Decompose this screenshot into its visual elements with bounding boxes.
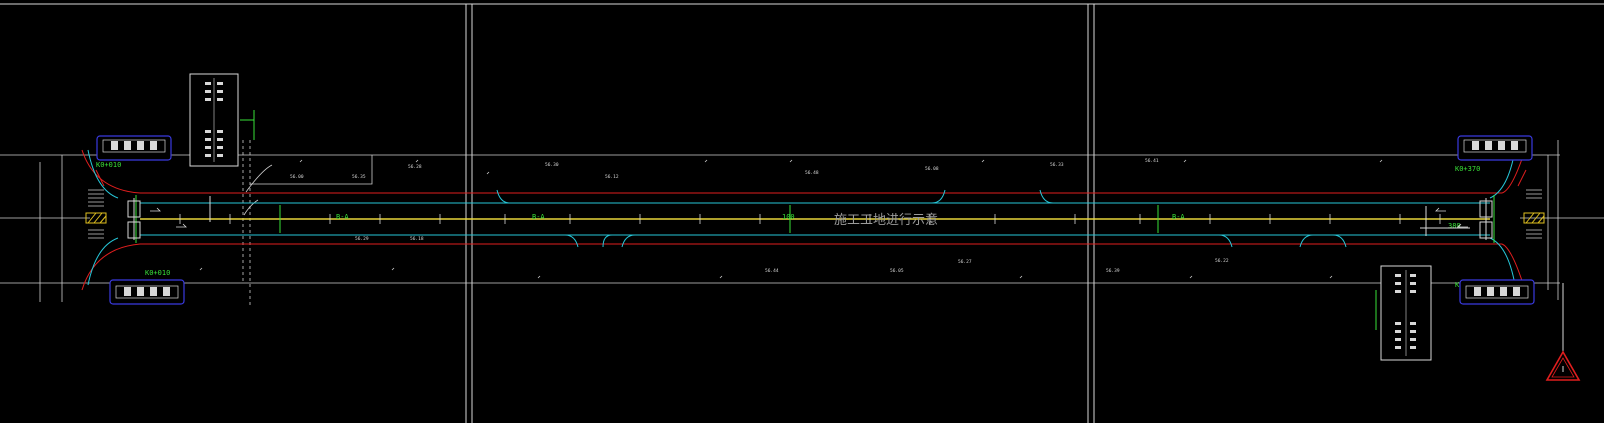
detail-table-right[interactable] <box>1375 265 1432 361</box>
svg-text:56.22: 56.22 <box>1215 258 1229 264</box>
center-note: 施工工地进行示意 <box>834 212 938 228</box>
svg-text:56.33: 56.33 <box>1050 162 1064 168</box>
crosswalk-hatch <box>85 212 1545 224</box>
detail-table-left[interactable] <box>189 73 255 167</box>
svg-text:56.44: 56.44 <box>765 268 779 274</box>
viewport-frame <box>0 3 1604 423</box>
green-annotations: K0+010 K0+010 K0+370 K0+370 B-A B-A B-A … <box>96 161 1480 289</box>
svg-text:56.12: 56.12 <box>605 174 619 180</box>
warning-triangle-icon <box>1545 283 1581 381</box>
mark-label-1: B-A <box>336 213 349 221</box>
phase-sign-bottom-left[interactable] <box>109 279 185 305</box>
zebra-stripes <box>88 189 1542 239</box>
svg-text:56.35: 56.35 <box>352 174 366 180</box>
mark-label-4: 100 <box>782 213 795 221</box>
phase-sign-top-right[interactable] <box>1457 135 1533 161</box>
chainage-label-a: K0+010 <box>96 161 121 169</box>
svg-text:56.29: 56.29 <box>355 236 369 242</box>
chainage-label-c: K0+370 <box>1455 165 1480 173</box>
mark-label-3: B-A <box>1172 213 1185 221</box>
phase-sign-bottom-right[interactable] <box>1459 279 1535 305</box>
svg-text:56.41: 56.41 <box>1145 158 1159 164</box>
svg-text:56.00: 56.00 <box>290 174 304 180</box>
svg-text:56.08: 56.08 <box>925 166 939 172</box>
kerb-lines <box>81 149 1527 291</box>
svg-text:56.39: 56.39 <box>1106 268 1120 274</box>
svg-text:56.30: 56.30 <box>545 162 559 168</box>
mark-label-2: B-A <box>532 213 545 221</box>
svg-text:56.48: 56.48 <box>805 170 819 176</box>
road-outline <box>0 140 1604 305</box>
cad-drawing-canvas[interactable]: K0+010 K0+010 K0+370 K0+370 B-A B-A B-A … <box>0 0 1604 423</box>
svg-text:56.27: 56.27 <box>958 259 972 265</box>
svg-text:56.18: 56.18 <box>410 236 424 242</box>
lane-lines <box>87 149 1516 286</box>
chainage-label-b: K0+010 <box>145 269 170 277</box>
svg-text:56.28: 56.28 <box>408 164 422 170</box>
svg-text:56.05: 56.05 <box>890 268 904 274</box>
phase-sign-top-left[interactable] <box>96 135 172 161</box>
